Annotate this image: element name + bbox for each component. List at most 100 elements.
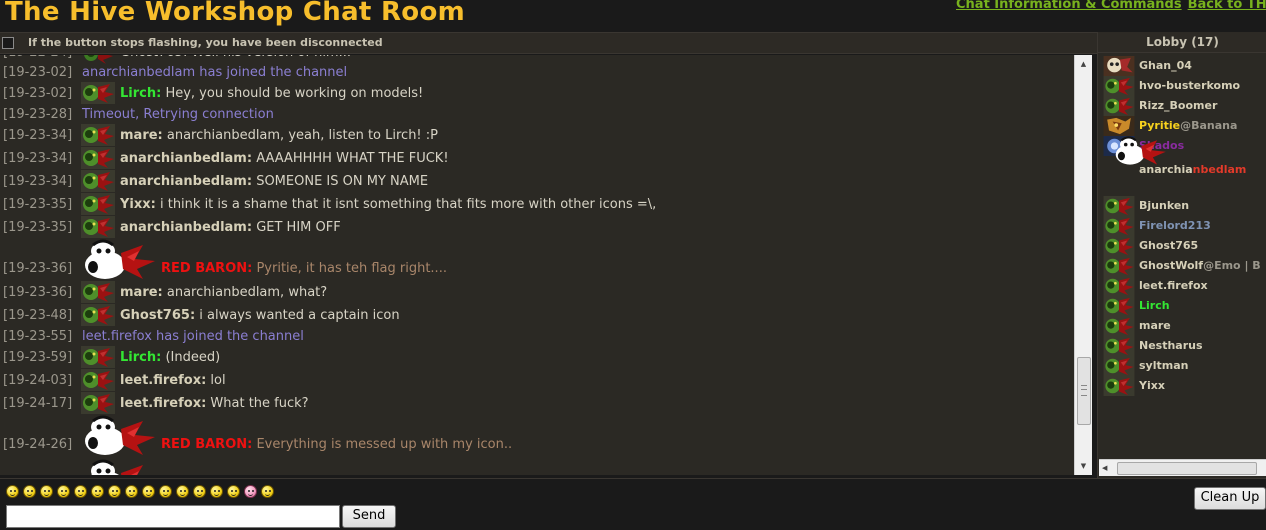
orc-icon <box>81 216 115 238</box>
message-body: mare: anarchianbedlam, yeah, listen to L… <box>120 126 438 146</box>
orc-icon <box>81 392 115 414</box>
message-text: anarchianbedlam, what? <box>162 285 328 300</box>
message-text: lol <box>206 373 226 388</box>
smiley-cool-icon[interactable] <box>40 485 53 498</box>
lobby-username: leet.firefox <box>1139 279 1208 292</box>
lobby-username: Firelord213 <box>1139 219 1211 232</box>
send-button[interactable]: Send <box>342 505 396 528</box>
timestamp: [19-23-59] <box>3 350 73 365</box>
smiley-smile-icon[interactable] <box>23 485 36 498</box>
chat-scrollbar[interactable]: ▲ ▼ <box>1074 55 1092 475</box>
smiley-cool-icon[interactable] <box>261 485 274 498</box>
lobby-title: Lobby (17) <box>1098 32 1266 53</box>
message-text: anarchianbedlam, yeah, listen to Lirch! … <box>162 128 438 143</box>
username[interactable]: Yixx: <box>120 197 156 212</box>
system-message: Timeout, Retrying connection <box>82 107 274 122</box>
orc-icon <box>81 170 115 192</box>
username[interactable]: RED BARON: <box>161 261 252 276</box>
orc-icon <box>81 304 115 326</box>
crest-icon <box>1103 116 1135 136</box>
orc-icon <box>1103 316 1135 336</box>
lobby-username: GhostWolf@Emo | B <box>1139 259 1261 272</box>
scroll-thumb[interactable] <box>1077 357 1091 425</box>
username[interactable]: anarchianbedlam: <box>120 220 252 235</box>
smiley-grin-icon[interactable] <box>6 485 19 498</box>
scroll-left-arrow-icon[interactable]: ◀ <box>1102 460 1107 476</box>
timestamp: [19-23-55] <box>3 329 73 344</box>
username[interactable]: leet.firefox: <box>120 396 206 411</box>
smiley-surprised-icon[interactable] <box>125 485 138 498</box>
message-body: anarchianbedlam: GET HIM OFF <box>120 218 341 238</box>
message-body: mare: anarchianbedlam, what? <box>120 283 327 303</box>
timestamp: [19-23-36] <box>3 261 73 276</box>
smiley-tongue-icon[interactable] <box>244 485 257 498</box>
smiley-sad-icon[interactable] <box>159 485 172 498</box>
username[interactable]: anarchianbedlam: <box>120 174 252 189</box>
timestamp: [19-24-17] <box>3 396 73 411</box>
smiley-exclaim-icon[interactable] <box>176 485 189 498</box>
orc-icon <box>81 147 115 169</box>
message-body: Ghost765: i always wanted a captain icon <box>120 306 400 326</box>
smiley-laugh-icon[interactable] <box>74 485 87 498</box>
message-body: Lirch: Hey, you should be working on mod… <box>120 84 423 104</box>
message-text: GET HIM OFF <box>252 220 341 235</box>
timestamp: [19-23-35] <box>3 197 73 212</box>
timestamp: [19-23-02] <box>3 86 73 101</box>
username[interactable]: leet.firefox: <box>120 373 206 388</box>
system-message: anarchianbedlam has joined the channel <box>82 65 348 80</box>
chat-info-link[interactable]: Chat Information & Commands <box>956 0 1182 12</box>
username[interactable]: mare: <box>120 128 163 143</box>
smiley-smile-icon[interactable] <box>108 485 121 498</box>
username[interactable]: Lirch: <box>120 350 161 365</box>
connection-indicator-button[interactable] <box>2 37 14 49</box>
timestamp: [19-23-35] <box>3 220 73 235</box>
lobby-panel: Lobby (17) Ghan_04 hvo-busterkomo Rizz_Boo… <box>1097 32 1266 478</box>
lobby-hscrollbar[interactable]: ◀ <box>1099 459 1266 476</box>
timestamp: [19-23-34] <box>3 128 73 143</box>
timestamp: [19-23-02] <box>3 65 73 80</box>
lobby-username: Ghan_04 <box>1139 59 1192 72</box>
username[interactable]: RED BARON: <box>161 437 252 452</box>
chat-log[interactable]: [19-22-24] Ghost765: Well his version of… <box>0 55 1075 475</box>
lobby-username: hvo-busterkomo <box>1139 79 1241 92</box>
page-title: The Hive Workshop Chat Room <box>5 0 466 27</box>
message-text: SOMEONE IS ON MY NAME <box>252 174 429 189</box>
message-body: RED BARON: Pyritie, it has teh flag righ… <box>161 259 447 279</box>
top-links: Chat Information & Commands Back to THW <box>956 0 1266 12</box>
smiley-laugh-icon[interactable] <box>227 485 240 498</box>
lobby-username: Yixx <box>1139 379 1165 392</box>
back-link[interactable]: Back to THW <box>1188 0 1266 12</box>
message-body: anarchianbedlam: SOMEONE IS ON MY NAME <box>120 172 428 192</box>
orc-icon <box>1103 356 1135 376</box>
message-text: What the fuck? <box>206 396 309 411</box>
chat-input[interactable] <box>6 505 340 528</box>
orc-icon <box>81 124 115 146</box>
smiley-idea-icon[interactable] <box>193 485 206 498</box>
message-text: Hey, you should be working on models! <box>161 86 424 101</box>
scroll-up-arrow-icon[interactable]: ▲ <box>1075 56 1092 72</box>
orc-icon <box>81 281 115 303</box>
scroll-down-arrow-icon[interactable]: ▼ <box>1075 458 1092 474</box>
orc-icon <box>1103 336 1135 356</box>
username[interactable]: Lirch: <box>120 86 161 101</box>
orc-icon <box>81 369 115 391</box>
username[interactable]: anarchianbedlam: <box>120 151 252 166</box>
timestamp: [19-23-28] <box>3 107 73 122</box>
username[interactable]: Ghost765: <box>120 308 195 323</box>
smiley-frown-icon[interactable] <box>91 485 104 498</box>
red-baron-icon <box>85 239 155 279</box>
orc-icon <box>81 82 115 104</box>
red-baron-icon <box>91 459 143 475</box>
message-text: i think it is a shame that it isnt somet… <box>155 197 657 212</box>
orc-icon <box>1103 196 1135 216</box>
smiley-laugh-icon[interactable] <box>210 485 223 498</box>
message-text: AAAAHHHH WHAT THE FUCK! <box>252 151 449 166</box>
orc-icon <box>1103 76 1135 96</box>
clean-up-button[interactable]: Clean Up <box>1194 487 1266 510</box>
username[interactable]: mare: <box>120 285 163 300</box>
smiley-wink-icon[interactable] <box>142 485 155 498</box>
smiley-neutral-icon[interactable] <box>57 485 70 498</box>
message-body: leet.firefox: lol <box>120 371 226 391</box>
hscroll-thumb[interactable] <box>1117 462 1257 475</box>
orc-icon <box>1103 276 1135 296</box>
